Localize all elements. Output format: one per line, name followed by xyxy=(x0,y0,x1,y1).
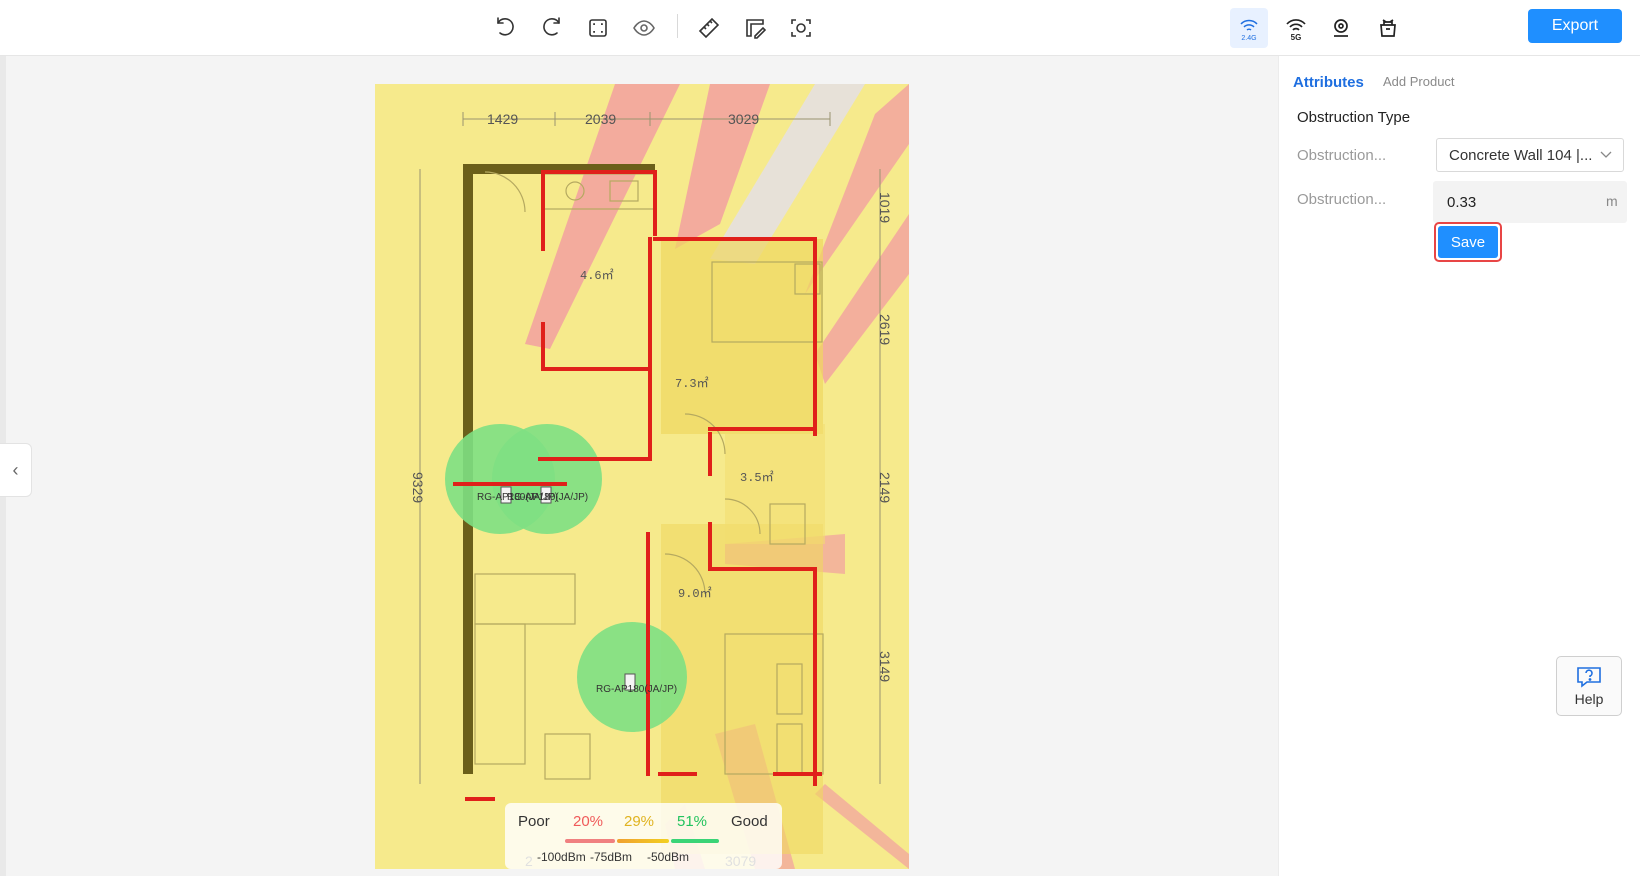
help-label: Help xyxy=(1574,691,1604,707)
legend-bar-red xyxy=(565,839,615,843)
obstruction-type-label: Obstruction... xyxy=(1297,147,1387,164)
heatmap-svg: 1429 2039 3029 1019 2619 2149 3149 9329 … xyxy=(410,84,909,869)
signal-legend: Poor 20% 29% 51% Good -100dBm -75dBm -50… xyxy=(505,803,782,869)
obstruction-thickness-input[interactable] xyxy=(1433,181,1627,223)
chevron-down-icon xyxy=(1599,147,1613,164)
legend-pct-yellow: 29% xyxy=(624,813,655,830)
dimension-top-1: 1429 xyxy=(487,111,518,127)
save-label: Save xyxy=(1438,226,1498,258)
tab-attributes[interactable]: Attributes xyxy=(1293,74,1364,91)
dimension-left: 9329 xyxy=(410,472,426,503)
legend-poor: Poor xyxy=(518,813,550,830)
collapse-left-panel-button[interactable]: ‹ xyxy=(0,443,32,497)
fit-screen-icon[interactable] xyxy=(580,10,616,46)
scale-edit-icon[interactable] xyxy=(737,10,773,46)
dimension-top-3: 3029 xyxy=(728,111,759,127)
legend-bar-green xyxy=(671,839,719,843)
room-label: 9.0㎡ xyxy=(678,586,712,601)
help-chat-icon xyxy=(1577,667,1601,688)
export-button[interactable]: Export xyxy=(1528,9,1622,43)
legend-good: Good xyxy=(731,813,768,830)
legend-pct-red: 20% xyxy=(573,813,604,830)
redo-icon[interactable] xyxy=(533,10,569,46)
chevron-left-icon: ‹ xyxy=(12,459,19,480)
tab-add-product[interactable]: Add Product xyxy=(1383,74,1455,89)
save-button[interactable]: Save xyxy=(1434,222,1502,262)
wifi-5g-icon[interactable]: 5G xyxy=(1277,8,1315,48)
dimension-right-3: 2149 xyxy=(877,472,893,503)
coverage-circle xyxy=(492,424,602,534)
location-icon[interactable] xyxy=(1323,10,1359,46)
ruler-icon[interactable] xyxy=(691,10,727,46)
eye-icon[interactable] xyxy=(626,10,662,46)
wifi-2g4-icon[interactable]: 2.4G xyxy=(1230,8,1268,48)
dimension-right-4: 3149 xyxy=(877,651,893,682)
room-label: 7.3㎡ xyxy=(675,376,709,391)
room-label: 4.6㎡ xyxy=(580,268,614,283)
legend-dbm-low: -100dBm xyxy=(537,850,586,864)
toolbar-divider xyxy=(677,14,678,38)
top-toolbar: 2.4G 5G Export xyxy=(0,0,1640,56)
undo-icon[interactable] xyxy=(488,10,524,46)
obstruction-type-select[interactable]: Concrete Wall 104 |... xyxy=(1436,138,1624,172)
dimension-right-2: 2619 xyxy=(877,314,893,345)
ap-label[interactable]: RG-AP180(JA/JP) xyxy=(507,492,588,503)
dimension-top-2: 2039 xyxy=(585,111,616,127)
obstruction-thickness-label: Obstruction... xyxy=(1297,191,1387,208)
legend-dbm-high: -50dBm xyxy=(647,850,690,864)
properties-panel: Attributes Add Product Obstruction Type … xyxy=(1278,56,1640,876)
legend-pct-green: 51% xyxy=(677,813,708,830)
band-24-label: 2.4G xyxy=(1241,35,1256,42)
legend-bar-yellow xyxy=(617,839,669,843)
floor-plan-heatmap[interactable]: 1429 2039 3029 1019 2619 2149 3149 9329 … xyxy=(375,84,909,869)
signal-ray xyxy=(815,784,909,869)
band-5-label: 5G xyxy=(1291,33,1302,42)
help-button[interactable]: Help xyxy=(1556,656,1622,716)
legend-dbm-mid: -75dBm xyxy=(590,850,633,864)
ap-label[interactable]: RG-AP180(JA/JP) xyxy=(596,684,677,695)
obstruction-type-value: Concrete Wall 104 |... xyxy=(1449,146,1593,164)
unit-label: m xyxy=(1606,193,1618,209)
section-title: Obstruction Type xyxy=(1297,109,1411,126)
room-label: 3.5㎡ xyxy=(740,470,774,485)
product-icon[interactable] xyxy=(1370,10,1406,46)
scan-icon[interactable] xyxy=(783,10,819,46)
dimension-right-1: 1019 xyxy=(877,192,893,223)
